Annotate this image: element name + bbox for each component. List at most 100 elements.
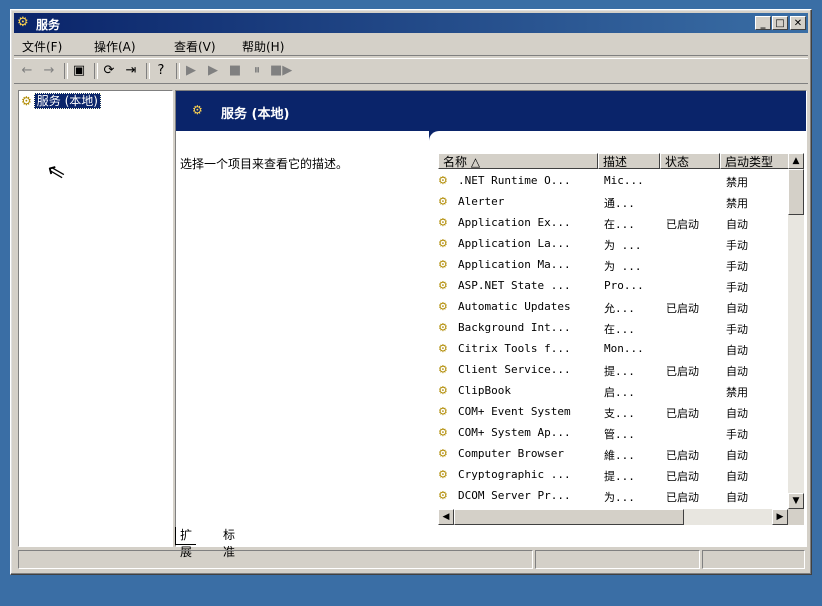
service-name: DCOM Server Pr... — [458, 489, 571, 502]
service-startup-type: 禁用 — [726, 197, 748, 210]
service-description: 启... — [604, 386, 635, 399]
service-startup-type: 禁用 — [726, 176, 748, 189]
service-name: Application La... — [458, 237, 571, 250]
gears-icon: ⚙ — [438, 405, 448, 418]
gears-icon: ⚙ — [438, 237, 448, 250]
menu-bar: 文件(F) 操作(A) 查看(V) 帮助(H) — [14, 35, 808, 56]
mouse-cursor-icon: ⇖ — [44, 158, 69, 187]
restart-service-icon[interactable]: ■▶ — [270, 63, 292, 79]
gears-icon: ⚙ — [438, 447, 448, 460]
column-header-status[interactable]: 状态 — [660, 153, 720, 169]
forward-icon[interactable]: → — [40, 63, 58, 79]
table-row[interactable]: ⚙ Alerter 通... 禁用 — [438, 192, 793, 213]
gears-icon: ⚙ — [438, 321, 448, 334]
service-startup-type: 手动 — [726, 428, 748, 441]
toolbar-separator — [94, 63, 98, 79]
service-description: 管... — [604, 428, 635, 441]
description-text: 选择一个项目来查看它的描述。 — [180, 157, 349, 171]
table-row[interactable]: ⚙ DCOM Server Pr... 为... 已启动 自动 — [438, 486, 793, 507]
gears-icon: ⚙ — [438, 300, 448, 313]
list-header: 名称 △ 描述 状态 启动类型 — [438, 153, 804, 171]
table-row[interactable]: ⚙ Application La... 为 ... 手动 — [438, 234, 793, 255]
tree-pane: ⚙ 服务 (本地) ⇖ — [18, 90, 173, 547]
table-row[interactable]: ⚙ Application Ex... 在... 已启动 自动 — [438, 213, 793, 234]
table-row[interactable]: ⚙ Cryptographic ... 提... 已启动 自动 — [438, 465, 793, 486]
maximize-button[interactable]: □ — [772, 16, 788, 30]
service-description: 提... — [604, 470, 635, 483]
service-name: Computer Browser — [458, 447, 564, 460]
table-row[interactable]: ⚙ Automatic Updates 允... 已启动 自动 — [438, 297, 793, 318]
service-name: Alerter — [458, 195, 505, 208]
menu-action[interactable]: 操作(A) — [94, 38, 136, 55]
gears-icon: ⚙ — [438, 384, 448, 397]
horizontal-scrollbar[interactable]: ◀ ▶ — [438, 509, 788, 525]
services-window: ⚙ 服务 _ □ ✕ 文件(F) 操作(A) 查看(V) 帮助(H) ← → ▣… — [10, 9, 812, 575]
service-name: .NET Runtime O... — [458, 174, 571, 187]
scroll-up-icon[interactable]: ▲ — [788, 153, 804, 169]
service-name: Background Int... — [458, 321, 571, 334]
show-hide-tree-icon[interactable]: ▣ — [70, 63, 88, 79]
column-header-description[interactable]: 描述 — [598, 153, 660, 169]
service-description: 在... — [604, 218, 635, 231]
vertical-scroll-thumb[interactable] — [788, 169, 804, 215]
service-description: 支... — [604, 407, 635, 420]
details-pane: ⚙ 服务 (本地) 选择一个项目来查看它的描述。 名称 △ 描述 状态 启动类型… — [175, 90, 807, 547]
service-description: Mic... — [604, 174, 644, 187]
table-row[interactable]: ⚙ COM+ Event System 支... 已启动 自动 — [438, 402, 793, 423]
table-row[interactable]: ⚙ Background Int... 在... 手动 — [438, 318, 793, 339]
toolbar-separator — [176, 63, 180, 79]
scroll-right-icon[interactable]: ▶ — [772, 509, 788, 525]
table-row[interactable]: ⚙ ClipBook 启... 禁用 — [438, 381, 793, 402]
column-header-name[interactable]: 名称 △ — [438, 153, 598, 169]
service-name: Client Service... — [458, 363, 571, 376]
service-startup-type: 自动 — [726, 491, 748, 504]
menu-view[interactable]: 查看(V) — [174, 38, 216, 55]
back-icon[interactable]: ← — [18, 63, 36, 79]
help-icon[interactable]: ? — [152, 63, 170, 79]
service-name: Automatic Updates — [458, 300, 571, 313]
tree-item-services-local[interactable]: ⚙ 服务 (本地) — [21, 92, 101, 109]
gears-icon: ⚙ — [438, 468, 448, 481]
table-row[interactable]: ⚙ Computer Browser 維... 已启动 自动 — [438, 444, 793, 465]
service-description: 允... — [604, 302, 635, 315]
pause-service-icon[interactable]: ⏸ — [248, 63, 266, 79]
table-row[interactable]: ⚙ COM+ System Ap... 管... 手动 — [438, 423, 793, 444]
service-description: 通... — [604, 197, 635, 210]
gears-icon: ⚙ — [438, 489, 448, 502]
refresh-icon[interactable]: ⟳ — [100, 63, 118, 79]
scroll-left-icon[interactable]: ◀ — [438, 509, 454, 525]
services-list: 名称 △ 描述 状态 启动类型 ⚙ .NET Runtime O... Mic...… — [438, 153, 804, 525]
pane-header: ⚙ 服务 (本地) — [176, 91, 806, 131]
service-name: Application Ex... — [458, 216, 571, 229]
column-header-startup-type[interactable]: 启动类型 — [720, 153, 790, 169]
scroll-corner — [788, 509, 804, 525]
start-service-icon[interactable]: ▶ — [182, 63, 200, 79]
table-row[interactable]: ⚙ Client Service... 提... 已启动 自动 — [438, 360, 793, 381]
tab-extended[interactable]: 扩展 — [175, 527, 197, 559]
menu-file[interactable]: 文件(F) — [22, 38, 62, 55]
minimize-button[interactable]: _ — [755, 16, 771, 30]
horizontal-scroll-thumb[interactable] — [454, 509, 684, 525]
export-list-icon[interactable]: ⇥ — [122, 63, 140, 79]
service-description: 为 ... — [604, 239, 642, 252]
service-name: Cryptographic ... — [458, 468, 571, 481]
scroll-down-icon[interactable]: ▼ — [788, 493, 804, 509]
service-description: Pro... — [604, 279, 644, 292]
table-row[interactable]: ⚙ Citrix Tools f... Mon... 自动 — [438, 339, 793, 360]
table-row[interactable]: ⚙ .NET Runtime O... Mic... 禁用 — [438, 171, 793, 192]
title-bar[interactable]: ⚙ 服务 _ □ ✕ — [14, 13, 808, 33]
service-startup-type: 自动 — [726, 407, 748, 420]
vertical-scrollbar[interactable]: ▲ ▼ — [788, 153, 804, 509]
menu-help[interactable]: 帮助(H) — [242, 38, 284, 55]
service-status: 已启动 — [666, 302, 699, 315]
service-startup-type: 自动 — [726, 218, 748, 231]
tab-standard[interactable]: 标准 — [219, 527, 239, 559]
table-row[interactable]: ⚙ Application Ma... 为 ... 手动 — [438, 255, 793, 276]
stop-service-icon[interactable]: ■ — [226, 63, 244, 79]
service-startup-type: 自动 — [726, 302, 748, 315]
gears-icon: ⚙ — [21, 94, 32, 108]
start-service-alt-icon[interactable]: ▶ — [204, 63, 222, 79]
table-row[interactable]: ⚙ ASP.NET State ... Pro... 手动 — [438, 276, 793, 297]
service-name: ASP.NET State ... — [458, 279, 571, 292]
close-button[interactable]: ✕ — [790, 16, 806, 30]
